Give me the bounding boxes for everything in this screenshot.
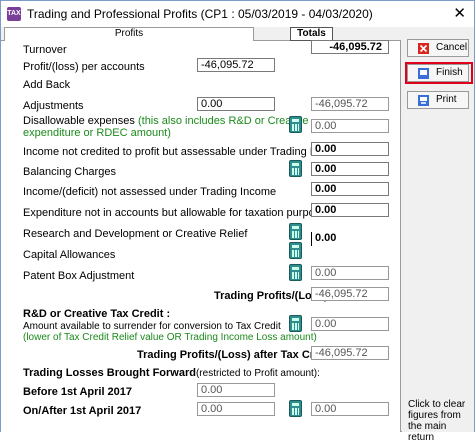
rd-credit-calculator-icon[interactable] [289, 315, 302, 332]
income-deficit-field[interactable]: 0.00 [311, 182, 389, 196]
cancel-icon [418, 43, 429, 54]
patent-box-label: Patent Box Adjustment [23, 270, 135, 282]
research-creative-label: Research and Development or Creative Rel… [23, 228, 248, 240]
finish-icon [418, 68, 429, 79]
trading-profits-total-field: -46,095.72 [311, 287, 389, 301]
before-2017-label: Before 1st April 2017 [23, 386, 133, 398]
income-deficit-label: Income/(deficit) not assessed under Trad… [23, 186, 277, 198]
tab-profits[interactable]: Profits [4, 27, 254, 41]
adjustments-field[interactable]: 0.00 [197, 97, 275, 111]
turnover-total-field[interactable]: -46,095.72 [311, 40, 389, 54]
disallowable-calculator-icon[interactable] [289, 116, 302, 133]
title-bar: TAX Trading and Professional Profits (CP… [1, 1, 474, 27]
app-icon: TAX [7, 7, 21, 21]
after-tax-credits-total-field: -46,095.72 [311, 346, 389, 360]
after-2017-total-field: 0.00 [311, 402, 389, 416]
action-sidebar: Cancel Finish Print Click to clear figur… [402, 27, 474, 443]
capital-allowances-label: Capital Allowances [23, 249, 116, 261]
balancing-charges-calculator-icon[interactable] [289, 160, 302, 177]
before-2017-field[interactable]: 0.00 [197, 383, 275, 397]
expenditure-label: Expenditure not in accounts but allowabl… [23, 207, 332, 219]
disallowable-note-cont: expenditure or RDEC amount) [23, 127, 171, 139]
rd-credit-line2: (lower of Tax Credit Relief value OR Tra… [23, 332, 317, 343]
clear-figures-note: Click to clear figures from the main ret… [408, 399, 466, 443]
losses-bf-heading: Trading Losses Brought Forward(restricte… [23, 367, 320, 379]
main-panel: Profits Totals Turnover -46,095.72 Profi… [1, 27, 401, 432]
adjustments-label: Adjustments [23, 100, 84, 112]
trading-profits-window: TAX Trading and Professional Profits (CP… [0, 0, 475, 443]
close-icon[interactable]: ✕ [453, 4, 466, 22]
turnover-label: Turnover [23, 44, 67, 56]
capital-allowances-calculator-icon[interactable] [289, 242, 302, 259]
finish-label: Finish [436, 67, 463, 78]
patent-box-total-field: 0.00 [311, 266, 389, 280]
after-tax-credits-label: Trading Profits/(Loss) after Tax Credits [137, 349, 340, 361]
balancing-charges-field[interactable]: 0.00 [311, 162, 389, 176]
tab-totals[interactable]: Totals [290, 27, 333, 41]
add-back-label: Add Back [23, 79, 71, 91]
print-label: Print [436, 94, 457, 105]
expenditure-field[interactable]: 0.00 [311, 203, 389, 217]
disallowable-total-field: 0.00 [311, 119, 389, 133]
cancel-button[interactable]: Cancel [407, 39, 469, 57]
balancing-charges-label: Balancing Charges [23, 166, 116, 178]
print-icon [418, 95, 429, 106]
income-not-credited-field[interactable]: 0.00 [311, 142, 389, 156]
cancel-label: Cancel [436, 42, 468, 53]
disallowable-note: (this also includes R&D or Creative [137, 115, 309, 127]
losses-calculator-icon[interactable] [289, 400, 302, 417]
patent-box-calculator-icon[interactable] [289, 264, 302, 281]
after-2017-field[interactable]: 0.00 [197, 402, 275, 416]
profit-loss-label: Profit/(loss) per accounts [23, 61, 145, 73]
income-not-credited-label: Income not credited to profit but assess… [23, 146, 346, 158]
research-capital-total-field[interactable]: 0.00 [311, 232, 389, 246]
rd-credit-total-field: 0.00 [311, 317, 389, 331]
finish-button[interactable]: Finish [407, 64, 469, 82]
column-tabs: Profits Totals [1, 27, 401, 41]
after-2017-label: On/After 1st April 2017 [23, 405, 142, 417]
window-title: Trading and Professional Profits (CP1 : … [27, 7, 373, 21]
profit-loss-field[interactable]: -46,095.72 [197, 58, 275, 72]
adjustments-total-field: -46,095.72 [311, 97, 389, 111]
print-button[interactable]: Print [407, 91, 469, 109]
research-creative-calculator-icon[interactable] [289, 223, 302, 240]
